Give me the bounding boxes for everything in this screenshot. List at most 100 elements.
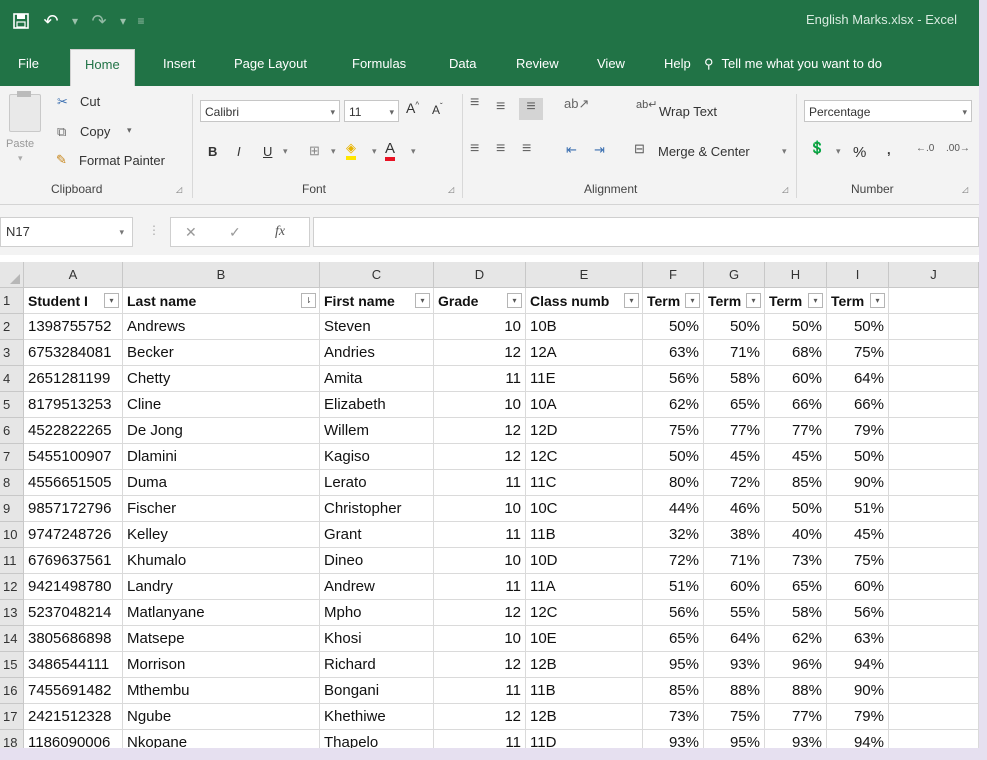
tab-formulas[interactable]: Formulas — [352, 56, 406, 71]
table-cell[interactable]: 4556651505 — [24, 470, 123, 496]
filter-dropdown-icon[interactable]: ▾ — [870, 293, 885, 308]
table-cell[interactable]: 95% — [704, 730, 765, 748]
table-cell[interactable] — [889, 730, 979, 748]
table-cell[interactable] — [889, 652, 979, 678]
percent-style-button[interactable]: % — [853, 144, 866, 161]
merge-dropdown-icon[interactable]: ▾ — [782, 146, 787, 157]
tab-file[interactable]: File — [18, 56, 39, 71]
table-cell[interactable]: Steven — [320, 314, 434, 340]
fill-color-dropdown-icon[interactable]: ▾ — [372, 146, 377, 157]
table-cell[interactable]: 32% — [643, 522, 704, 548]
table-cell[interactable]: 63% — [643, 340, 704, 366]
column-header-i[interactable]: I — [827, 262, 889, 288]
table-cell[interactable]: 90% — [827, 678, 889, 704]
align-left-icon[interactable]: ≡ — [470, 140, 479, 158]
table-cell[interactable]: 11 — [434, 678, 526, 704]
table-cell[interactable]: 11D — [526, 730, 643, 748]
column-header-e[interactable]: E — [526, 262, 643, 288]
tab-view[interactable]: View — [597, 56, 625, 71]
table-cell[interactable]: 5237048214 — [24, 600, 123, 626]
table-cell[interactable]: Grant — [320, 522, 434, 548]
decrease-decimal-icon[interactable]: .00→ — [946, 143, 970, 154]
table-cell[interactable]: Nkopane — [123, 730, 320, 748]
tab-insert[interactable]: Insert — [163, 56, 196, 71]
table-cell[interactable]: 72% — [704, 470, 765, 496]
table-cell[interactable]: 90% — [827, 470, 889, 496]
table-cell[interactable]: 56% — [643, 366, 704, 392]
table-cell[interactable]: Elizabeth — [320, 392, 434, 418]
decrease-indent-icon[interactable]: ⇤ — [566, 142, 577, 158]
table-cell[interactable]: 60% — [704, 574, 765, 600]
table-cell[interactable]: 64% — [827, 366, 889, 392]
tell-me-search[interactable]: ⚲ Tell me what you want to do — [704, 56, 882, 72]
row-header-14[interactable]: 14 — [0, 626, 24, 652]
row-header-17[interactable]: 17 — [0, 704, 24, 730]
table-cell[interactable]: 4522822265 — [24, 418, 123, 444]
table-cell[interactable] — [889, 470, 979, 496]
table-cell[interactable]: 93% — [704, 652, 765, 678]
table-cell[interactable]: Bongani — [320, 678, 434, 704]
table-cell[interactable]: 66% — [827, 392, 889, 418]
table-cell[interactable]: 50% — [765, 496, 827, 522]
formula-input[interactable] — [313, 217, 979, 247]
insert-function-icon[interactable]: fx — [275, 224, 285, 240]
table-cell[interactable]: 38% — [704, 522, 765, 548]
table-cell[interactable]: 66% — [765, 392, 827, 418]
column-header-f[interactable]: F — [643, 262, 704, 288]
table-cell[interactable]: 77% — [765, 704, 827, 730]
align-right-icon[interactable]: ≡ — [522, 140, 531, 158]
table-cell[interactable]: 6769637561 — [24, 548, 123, 574]
copy-button[interactable]: Copy — [80, 124, 110, 139]
table-cell[interactable]: Fischer — [123, 496, 320, 522]
table-cell[interactable]: 88% — [704, 678, 765, 704]
table-cell[interactable]: 58% — [765, 600, 827, 626]
table-cell[interactable]: 65% — [765, 574, 827, 600]
column-header-j[interactable]: J — [889, 262, 979, 288]
table-cell[interactable] — [889, 574, 979, 600]
table-cell[interactable]: 10D — [526, 548, 643, 574]
paste-button[interactable]: Paste — [6, 138, 34, 150]
row-header-2[interactable]: 2 — [0, 314, 24, 340]
table-cell[interactable]: 10 — [434, 626, 526, 652]
column-header-g[interactable]: G — [704, 262, 765, 288]
table-cell[interactable]: 10E — [526, 626, 643, 652]
font-launcher-icon[interactable]: ◿ — [448, 185, 454, 194]
row-header-8[interactable]: 8 — [0, 470, 24, 496]
filter-dropdown-icon[interactable]: ▾ — [685, 293, 700, 308]
table-cell[interactable]: Christopher — [320, 496, 434, 522]
table-cell[interactable]: 72% — [643, 548, 704, 574]
table-cell[interactable] — [889, 626, 979, 652]
table-cell[interactable]: 12 — [434, 418, 526, 444]
filter-dropdown-icon[interactable]: ▾ — [507, 293, 522, 308]
number-format-combo[interactable]: Percentage ▾ — [804, 100, 972, 122]
table-cell[interactable]: 8179513253 — [24, 392, 123, 418]
row-header-1[interactable]: 1 — [0, 288, 24, 314]
table-cell[interactable]: 65% — [643, 626, 704, 652]
row-header-5[interactable]: 5 — [0, 392, 24, 418]
table-cell[interactable]: Dlamini — [123, 444, 320, 470]
table-cell[interactable]: 11 — [434, 366, 526, 392]
table-cell[interactable]: 85% — [765, 470, 827, 496]
font-size-combo[interactable]: 11 ▾ — [344, 100, 399, 122]
table-cell[interactable]: 11 — [434, 522, 526, 548]
table-cell[interactable]: 12C — [526, 600, 643, 626]
table-cell[interactable]: 80% — [643, 470, 704, 496]
row-header-3[interactable]: 3 — [0, 340, 24, 366]
tab-data[interactable]: Data — [449, 56, 476, 71]
table-cell[interactable]: 9421498780 — [24, 574, 123, 600]
table-cell[interactable]: 73% — [643, 704, 704, 730]
table-cell[interactable]: Khosi — [320, 626, 434, 652]
accounting-format-icon[interactable]: 💲 — [809, 140, 825, 156]
table-cell[interactable]: 56% — [827, 600, 889, 626]
table-cell[interactable]: 95% — [643, 652, 704, 678]
table-cell[interactable] — [889, 392, 979, 418]
table-cell[interactable]: 10C — [526, 496, 643, 522]
table-cell[interactable]: 12 — [434, 652, 526, 678]
column-header-b[interactable]: B — [123, 262, 320, 288]
table-cell[interactable]: Kagiso — [320, 444, 434, 470]
orientation-icon[interactable]: ab↗ — [564, 96, 589, 112]
table-cell[interactable]: Duma — [123, 470, 320, 496]
underline-dropdown-icon[interactable]: ▾ — [283, 146, 288, 157]
format-painter-button[interactable]: Format Painter — [79, 153, 165, 168]
table-cell[interactable] — [889, 678, 979, 704]
